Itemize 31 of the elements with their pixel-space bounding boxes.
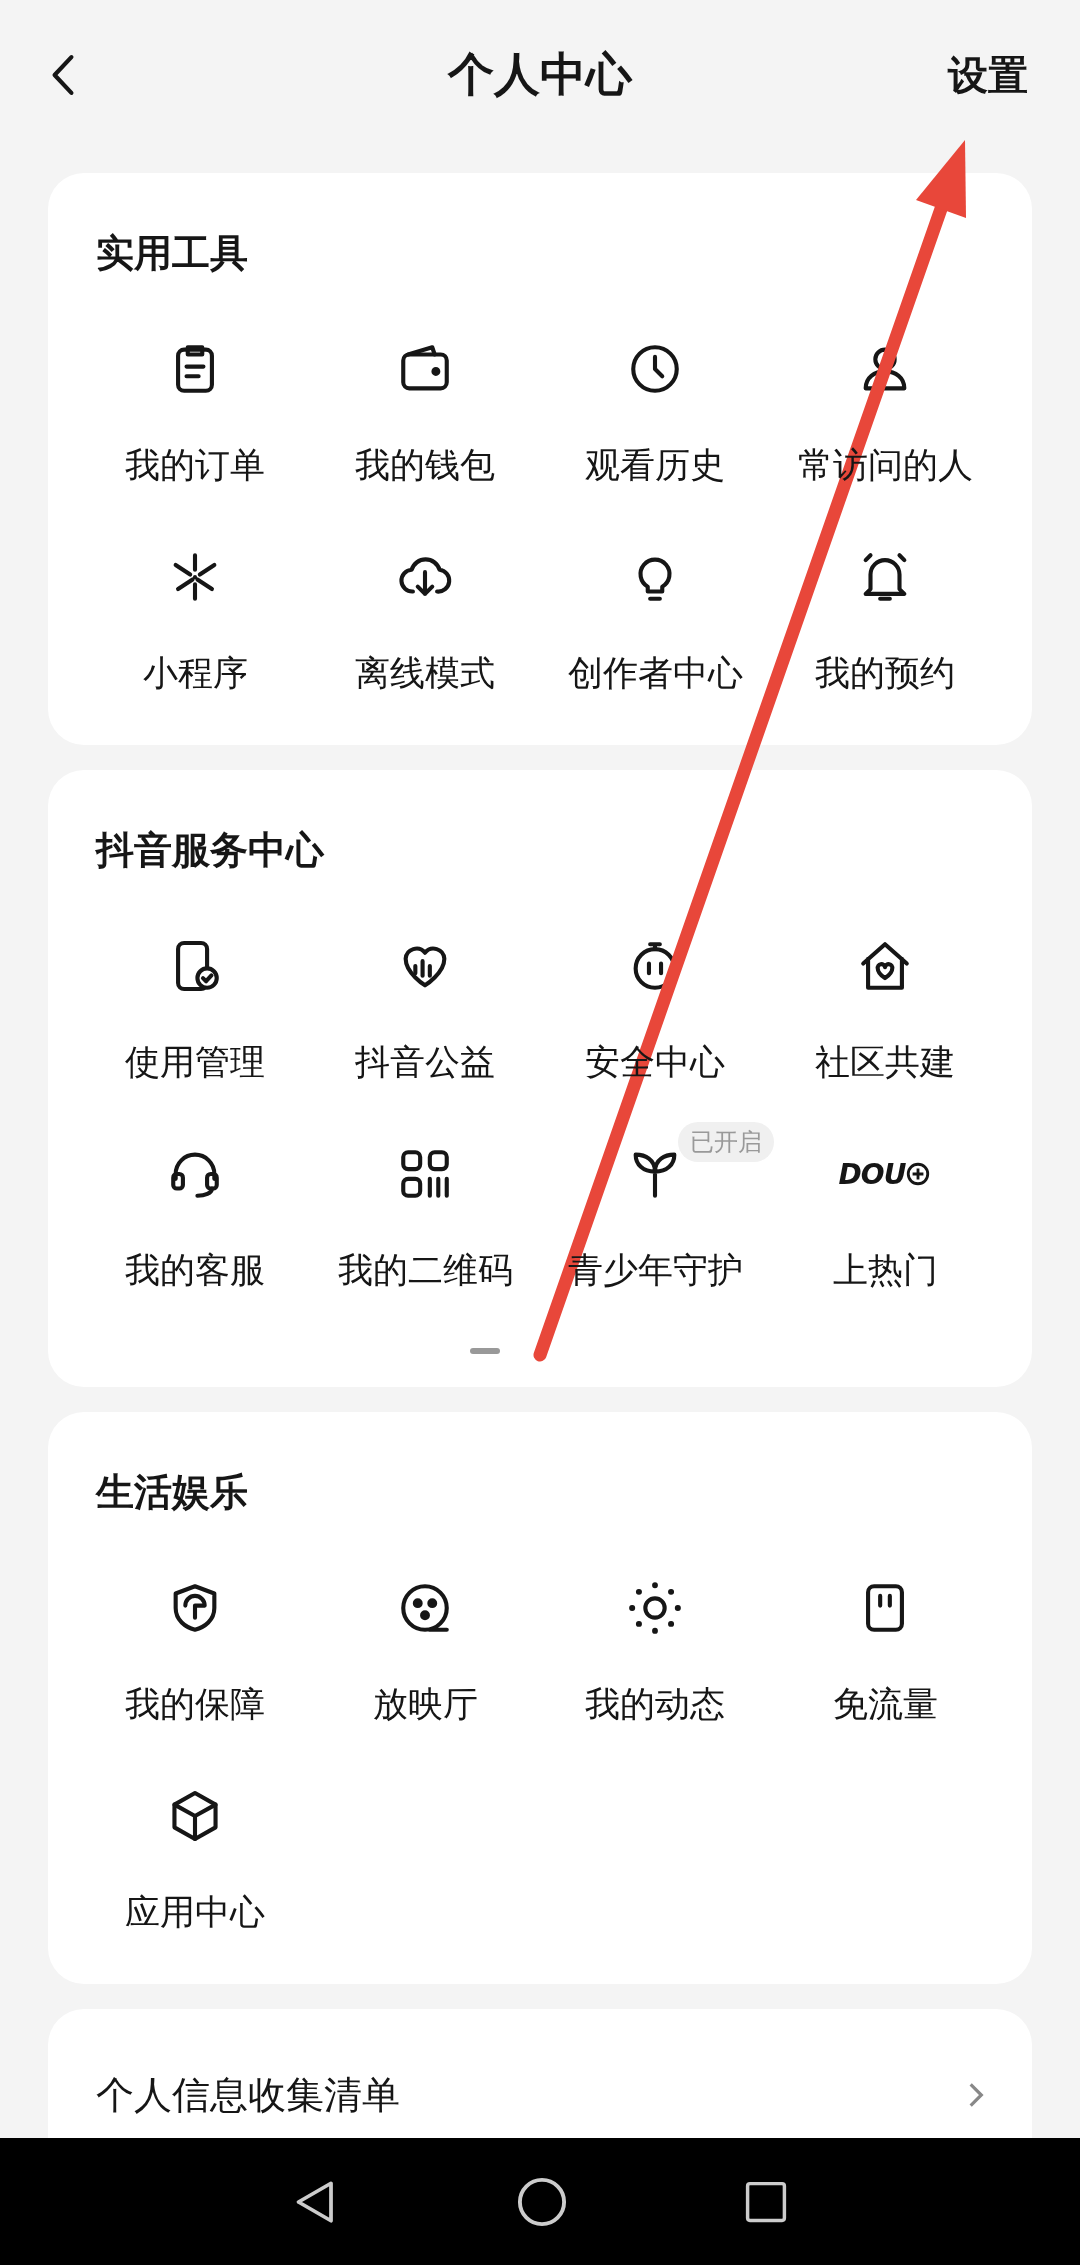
tool-label[interactable]: 免流量 <box>832 1680 938 1728</box>
tool-label[interactable]: 离线模式 <box>355 649 495 697</box>
list-item-label[interactable]: 个人信息收集清单 <box>96 2071 400 2119</box>
tool-label[interactable]: 创作者中心 <box>567 649 743 697</box>
status-badge: 已开启 <box>678 1122 774 1162</box>
tool-label[interactable]: 我的预约 <box>815 649 955 697</box>
tool-label[interactable]: 观看历史 <box>585 441 725 489</box>
settings-link[interactable]: 设置 <box>948 47 1028 103</box>
tool-label[interactable]: 我的订单 <box>125 441 265 489</box>
tool-label[interactable]: 应用中心 <box>125 1888 265 1936</box>
tool-label[interactable]: 抖音公益 <box>355 1038 495 1086</box>
tool-label[interactable]: 我的二维码 <box>337 1246 513 1294</box>
chevron-right-icon[interactable] <box>968 2081 984 2109</box>
back-icon[interactable] <box>50 54 76 96</box>
page-title: 个人中心 <box>448 46 632 103</box>
tool-label[interactable]: 小程序 <box>142 649 248 697</box>
tool-label[interactable]: 放映厅 <box>372 1680 478 1728</box>
home-icon[interactable] <box>516 2175 568 2228</box>
tool-label[interactable]: 使用管理 <box>125 1038 265 1086</box>
tool-label[interactable]: 我的客服 <box>125 1246 265 1294</box>
tool-label[interactable]: 上热门 <box>832 1246 938 1294</box>
section-title: 抖音服务中心 <box>94 827 326 874</box>
tool-label[interactable]: 我的保障 <box>125 1680 265 1728</box>
tool-label[interactable]: 社区共建 <box>815 1038 955 1086</box>
logo-text[interactable]: DOU <box>838 1157 906 1191</box>
sun-icon[interactable] <box>626 1579 684 1637</box>
plus-circle-icon[interactable] <box>905 1161 932 1187</box>
section-title: 生活娱乐 <box>94 1469 249 1516</box>
tool-label[interactable]: 我的钱包 <box>355 441 495 489</box>
section-title: 实用工具 <box>95 230 249 277</box>
tool-label[interactable]: 我的动态 <box>585 1680 725 1728</box>
